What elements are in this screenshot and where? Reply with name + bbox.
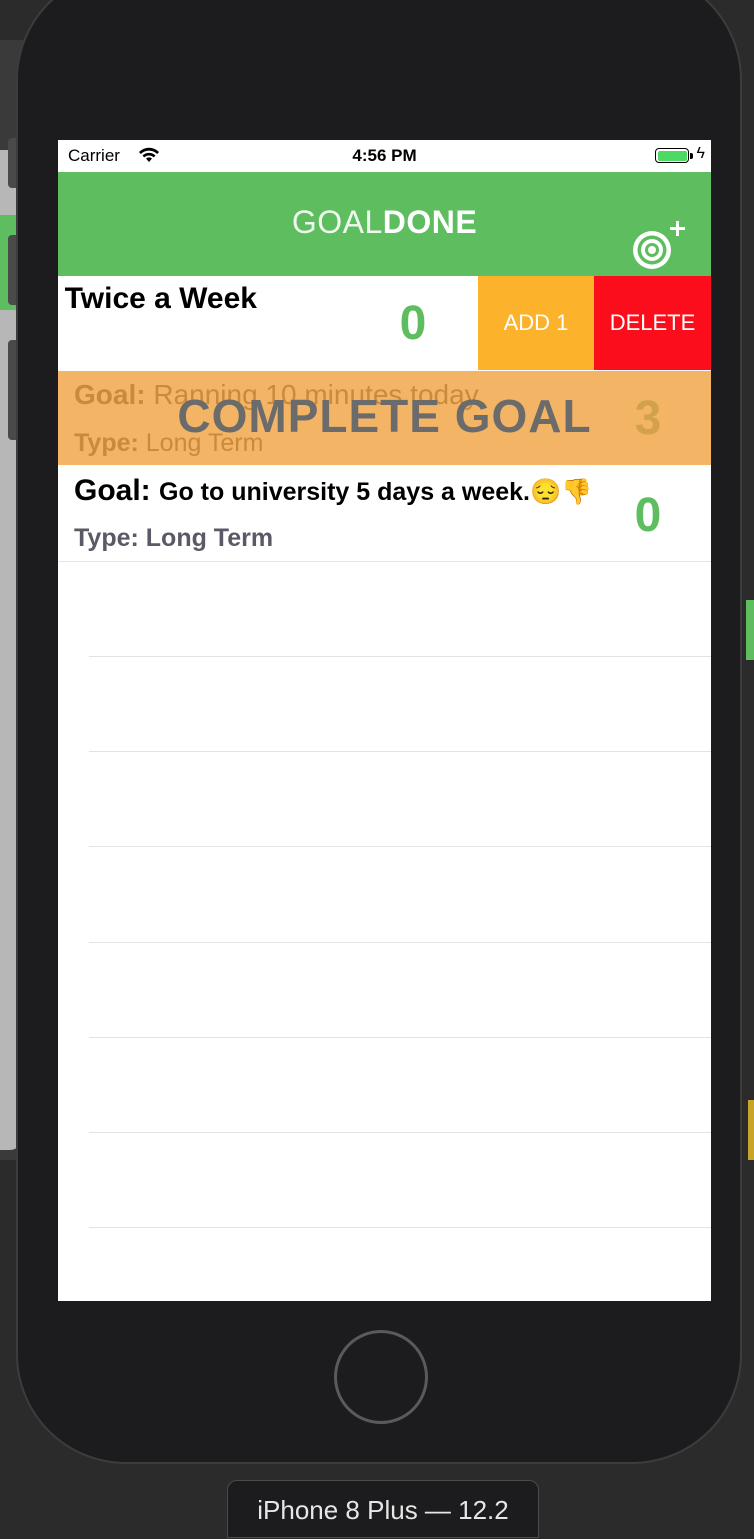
row-separator — [89, 751, 711, 752]
row-separator — [89, 656, 711, 657]
navigation-bar: GOALDONE — [58, 172, 711, 276]
battery-icon — [655, 148, 689, 163]
row-separator — [89, 1132, 711, 1133]
app-title-bold: DONE — [382, 204, 478, 240]
goal-row[interactable]: Goal: Go to university 5 days a week.😔👎 … — [58, 466, 711, 562]
app-title-light: GOAL — [291, 204, 383, 240]
goal-count: 0 — [634, 489, 662, 542]
type-text: Long Term — [145, 524, 274, 552]
row-separator — [89, 942, 711, 943]
goal-row-complete[interactable]: Goal: Ranning 10 minutes today Type: Lon… — [58, 371, 711, 465]
row-separator — [89, 1227, 711, 1228]
background-window-yellow-right — [748, 1100, 754, 1160]
goal-line: Goal: Go to university 5 days a week.😔👎 — [74, 474, 592, 508]
type-line: Type: Long Term — [74, 524, 273, 553]
add-one-button[interactable]: ADD 1 — [478, 276, 594, 370]
complete-goal-overlay[interactable]: COMPLETE GOAL — [58, 389, 711, 443]
goal-text: Go to university 5 days a week.😔👎 — [159, 478, 593, 506]
status-time: 4:56 PM — [352, 146, 417, 165]
goal-title: l Twice a Week — [58, 282, 257, 315]
goal-count: 0 — [399, 297, 427, 350]
simulator-screen: Carrier 4:56 PM ϟ GOALDONE l Twice a Wee… — [58, 140, 711, 1301]
home-button[interactable] — [334, 1330, 428, 1424]
charging-icon: ϟ — [696, 145, 705, 162]
status-bar: Carrier 4:56 PM ϟ — [58, 140, 711, 172]
app-title: GOALDONE — [58, 204, 711, 241]
goal-label: Goal: — [74, 474, 151, 507]
goal-row[interactable]: l Twice a Week 0 ADD 1 DELETE — [58, 276, 711, 370]
row-separator — [89, 846, 711, 847]
target-plus-icon[interactable] — [630, 218, 688, 270]
background-window-green-right — [746, 600, 754, 660]
type-label: Type: — [74, 524, 139, 552]
simulator-device-label: iPhone 8 Plus — 12.2 — [227, 1480, 539, 1538]
battery-tip — [690, 153, 693, 159]
delete-button[interactable]: DELETE — [594, 276, 711, 370]
row-separator — [89, 1037, 711, 1038]
